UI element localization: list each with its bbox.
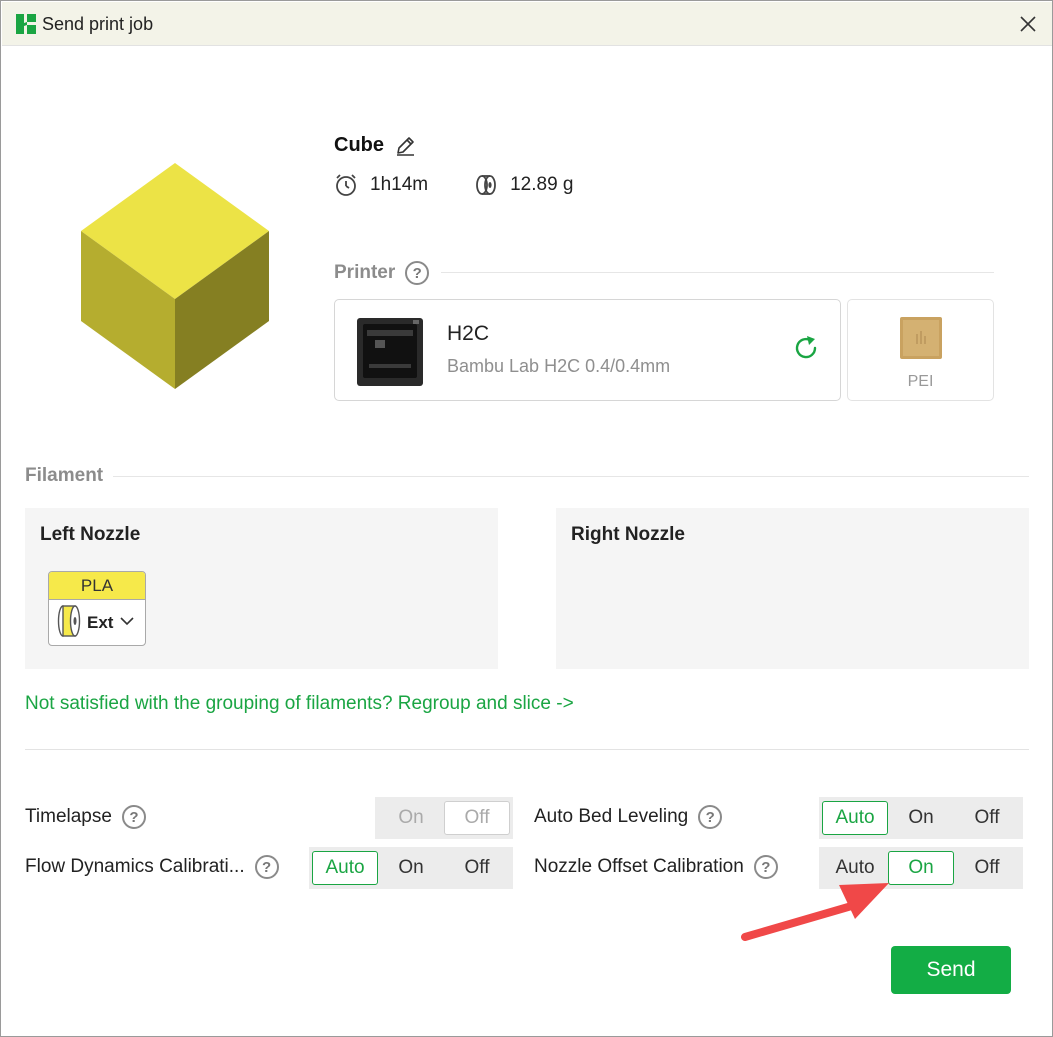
- filament-slot-row: Ext: [49, 600, 145, 645]
- nozzle-offset-off[interactable]: Off: [954, 851, 1020, 885]
- send-print-job-dialog: Send print job Cube 1h14m 12.89 g Printe…: [0, 0, 1053, 1037]
- auto-bed-leveling-toggle: Auto On Off: [819, 797, 1023, 839]
- filament-section-label: Filament: [25, 465, 104, 486]
- printer-image: [355, 316, 425, 388]
- printer-model: Bambu Lab H2C 0.4/0.4mm: [447, 356, 671, 376]
- filament-slot-label: Ext: [87, 613, 114, 632]
- timelapse-on[interactable]: On: [378, 801, 444, 835]
- left-nozzle-panel: Left Nozzle PLA Ext: [25, 508, 498, 669]
- help-icon[interactable]: ?: [405, 261, 430, 285]
- help-icon[interactable]: ?: [254, 855, 279, 879]
- printer-section-label: Printer: [334, 262, 396, 283]
- window-title: Send print job: [42, 14, 154, 34]
- printer-section-header: Printer ?: [334, 261, 430, 285]
- printer-name: H2C: [447, 322, 490, 345]
- right-nozzle-panel: Right Nozzle: [556, 508, 1029, 669]
- title-bar: Send print job: [2, 2, 1052, 46]
- print-time-value: 1h14m: [370, 174, 429, 195]
- flow-dynamics-label: Flow Dynamics Calibrati... ?: [25, 855, 279, 879]
- flow-dynamics-off[interactable]: Off: [444, 851, 510, 885]
- filament-chip[interactable]: PLA Ext: [48, 571, 146, 646]
- bambu-logo-icon: [16, 14, 36, 34]
- options-divider: [25, 749, 1029, 750]
- spool-icon: [57, 604, 81, 643]
- timelapse-label-text: Timelapse: [25, 806, 112, 827]
- timelapse-toggle: On Off: [375, 797, 513, 839]
- clock-icon: [334, 173, 358, 197]
- auto-bed-leveling-label-text: Auto Bed Leveling: [534, 806, 689, 827]
- plate-selector[interactable]: PEI: [847, 299, 994, 401]
- close-icon[interactable]: [1010, 6, 1046, 42]
- model-thumbnail: [77, 161, 273, 393]
- plate-label: PEI: [907, 373, 934, 390]
- filament-weight: 12.89 g: [474, 173, 574, 197]
- spool-icon: [474, 173, 498, 197]
- auto-bed-leveling-label: Auto Bed Leveling ?: [534, 805, 723, 829]
- help-icon[interactable]: ?: [121, 805, 146, 829]
- flow-dynamics-on[interactable]: On: [378, 851, 444, 885]
- model-name: Cube: [334, 134, 384, 156]
- filament-divider: [113, 476, 1029, 477]
- timelapse-off[interactable]: Off: [444, 801, 510, 835]
- print-time: 1h14m: [334, 173, 428, 197]
- left-nozzle-title: Left Nozzle: [40, 524, 141, 545]
- auto-bed-leveling-on[interactable]: On: [888, 801, 954, 835]
- model-name-row: Cube: [334, 134, 416, 157]
- printer-selector[interactable]: H2C Bambu Lab H2C 0.4/0.4mm: [334, 299, 841, 401]
- nozzle-offset-label-text: Nozzle Offset Calibration: [534, 856, 744, 877]
- help-icon[interactable]: ?: [698, 805, 723, 829]
- flow-dynamics-toggle: Auto On Off: [309, 847, 513, 889]
- right-nozzle-title: Right Nozzle: [571, 524, 685, 545]
- flow-dynamics-label-text: Flow Dynamics Calibrati...: [25, 856, 245, 877]
- auto-bed-leveling-off[interactable]: Off: [954, 801, 1020, 835]
- edit-icon[interactable]: [394, 135, 416, 157]
- annotation-arrow-icon: [739, 871, 899, 943]
- chevron-down-icon[interactable]: [119, 614, 135, 632]
- printer-divider: [441, 272, 994, 273]
- flow-dynamics-auto[interactable]: Auto: [312, 851, 378, 885]
- filament-type: PLA: [49, 572, 145, 600]
- timelapse-label: Timelapse ?: [25, 805, 146, 829]
- regroup-link[interactable]: Not satisfied with the grouping of filam…: [25, 693, 574, 715]
- refresh-icon[interactable]: [792, 334, 820, 362]
- filament-weight-value: 12.89 g: [510, 174, 574, 195]
- send-button[interactable]: Send: [891, 946, 1011, 994]
- model-stats: 1h14m 12.89 g: [334, 173, 574, 197]
- auto-bed-leveling-auto[interactable]: Auto: [822, 801, 888, 835]
- pei-plate-icon: [899, 316, 943, 360]
